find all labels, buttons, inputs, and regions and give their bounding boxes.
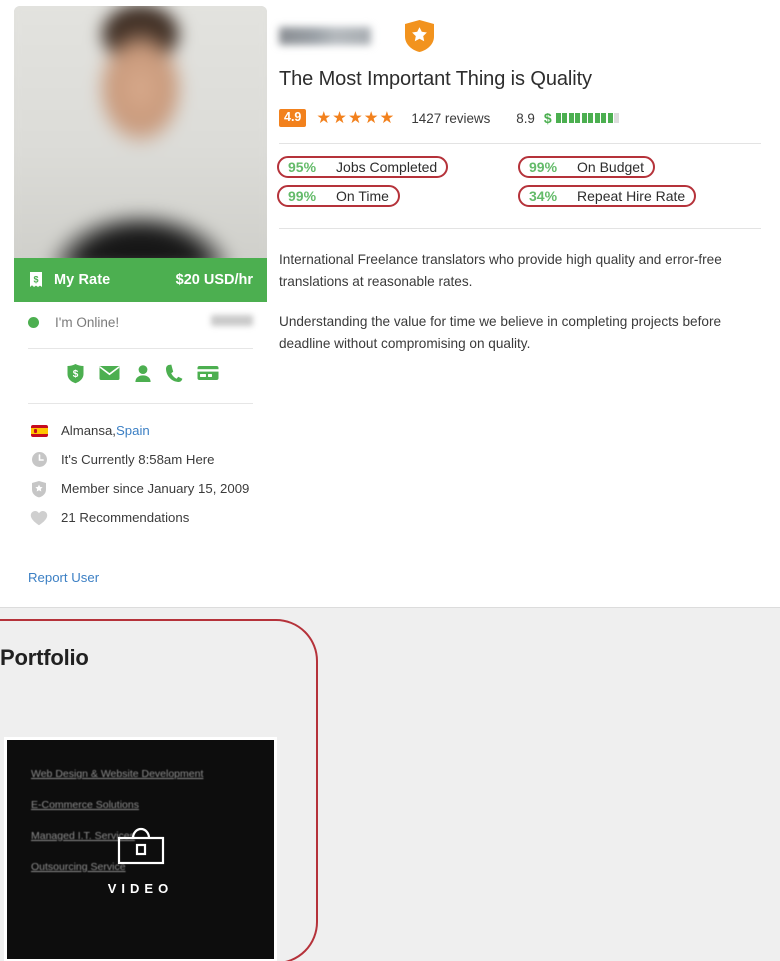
shield-dollar-icon[interactable]: $ [66, 363, 85, 384]
money-meter [555, 113, 620, 123]
member-since-text: Member since January 15, 2009 [61, 481, 250, 496]
profile-headline: The Most Important Thing is Quality [279, 68, 592, 90]
stat-on-time: 99% On Time [277, 185, 400, 207]
stat-value: 34% [529, 188, 558, 204]
briefcase-icon [111, 822, 171, 875]
local-time-text: It's Currently 8:58am Here [61, 452, 215, 467]
redacted-status-value [211, 315, 253, 326]
video-overlay: VIDEO [7, 822, 274, 896]
profile-name-redacted [279, 27, 371, 45]
portfolio-heading: Portfolio [0, 645, 89, 670]
avatar[interactable] [14, 6, 267, 258]
profile-info-list: Almansa, Spain It's Currently 8:58am Her… [14, 404, 267, 532]
info-item-member-since: Member since January 15, 2009 [28, 474, 267, 503]
profile-stats: 95% Jobs Completed 99% On Time 99% On Bu… [277, 156, 761, 214]
info-item-local-time: It's Currently 8:58am Here [28, 445, 267, 474]
heart-icon [28, 510, 50, 526]
location-city: Almansa, [61, 423, 116, 438]
money-score-value: 8.9 [516, 110, 535, 126]
rating-score-badge: 4.9 [279, 109, 307, 127]
stat-value: 99% [529, 159, 558, 175]
video-service-item: Web Design & Website Development [31, 768, 204, 780]
credit-card-icon[interactable] [197, 365, 219, 381]
profile-card: $ My Rate $20 USD/hr I'm Online! $ Alman… [0, 0, 780, 608]
stat-label: On Time [336, 188, 389, 204]
dollar-sign-icon: $ [543, 110, 552, 126]
rating-row: 4.9 ★★★★★ 1427 reviews 8.9 $ [279, 107, 761, 129]
profile-name-row [279, 0, 761, 62]
info-item-location: Almansa, Spain [28, 416, 267, 445]
profile-bio: International Freelance translators who … [279, 249, 761, 355]
reviews-count[interactable]: 1427 reviews [411, 111, 490, 126]
online-status-row: I'm Online! [14, 302, 267, 342]
phone-icon[interactable] [165, 364, 183, 383]
stat-label: Repeat Hire Rate [577, 188, 686, 204]
star-rating-icon: ★★★★★ [316, 108, 396, 127]
stat-value: 95% [288, 159, 317, 175]
stat-on-budget: 99% On Budget [518, 156, 655, 178]
spain-flag-icon [28, 424, 50, 437]
video-caption: VIDEO [107, 881, 174, 896]
info-item-recommendations: 21 Recommendations [28, 503, 267, 532]
my-rate-label: My Rate [54, 272, 111, 288]
verified-shield-star-icon [404, 19, 435, 53]
avatar-photo [14, 6, 267, 258]
svg-text:$: $ [33, 275, 38, 285]
person-icon[interactable] [134, 364, 152, 383]
video-service-item: E-Commerce Solutions [31, 799, 139, 811]
my-rate-value: $20 USD/hr [175, 272, 253, 288]
bio-paragraph: Understanding the value for time we beli… [279, 314, 722, 352]
profile-main: The Most Important Thing is Quality 4.9 … [277, 0, 761, 355]
portfolio-section: Portfolio Web Design & Website Developme… [0, 609, 780, 961]
clock-icon [28, 451, 50, 468]
stat-label: On Budget [577, 159, 644, 175]
stat-jobs-completed: 95% Jobs Completed [277, 156, 449, 178]
online-status-dot [28, 316, 39, 328]
contact-icons-row: $ [14, 349, 267, 397]
stat-value: 99% [288, 188, 317, 204]
location-country-link[interactable]: Spain [116, 423, 150, 438]
my-rate-bar: $ My Rate $20 USD/hr [14, 258, 267, 302]
envelope-icon[interactable] [99, 365, 120, 381]
divider-3 [279, 143, 761, 144]
portfolio-video-thumbnail[interactable]: Web Design & Website Development E-Comme… [4, 737, 277, 961]
member-badge-icon [28, 480, 50, 498]
stat-repeat-hire-rate: 34% Repeat Hire Rate [518, 185, 697, 207]
recommendations-text: 21 Recommendations [61, 510, 190, 525]
svg-text:$: $ [73, 369, 79, 380]
stat-label: Jobs Completed [336, 159, 438, 175]
report-user-link[interactable]: Report User [28, 570, 99, 585]
online-status-label: I'm Online! [55, 314, 120, 330]
bio-paragraph: International Freelance translators who … [279, 252, 722, 290]
profile-sidebar: $ My Rate $20 USD/hr I'm Online! $ Alman… [14, 6, 267, 587]
divider-4 [279, 228, 761, 229]
receipt-dollar-icon: $ [28, 271, 44, 289]
